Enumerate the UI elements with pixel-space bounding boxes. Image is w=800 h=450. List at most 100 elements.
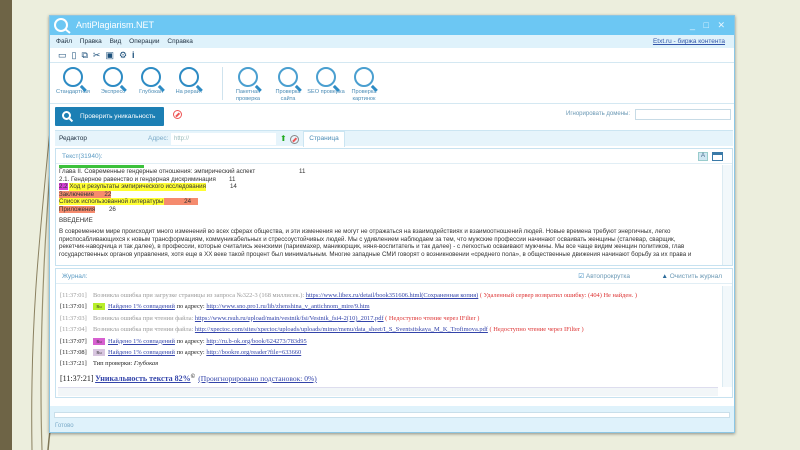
cut-icon[interactable]: ✂ <box>93 50 101 61</box>
log-text: по адресу: <box>176 337 205 345</box>
text-scrollbar[interactable] <box>722 165 732 265</box>
autoscroll-label: Автопрокрутка <box>585 273 630 280</box>
log-text: Возникла ошибка при чтении файла: <box>93 314 194 322</box>
editor-tabs: Редактор Адрес: http:// ⬆ Страница <box>55 130 733 147</box>
log-time: [11:37:07] <box>60 337 87 345</box>
text-count-label: Текст(31940): <box>62 153 103 160</box>
menu-help[interactable]: Справка <box>167 38 193 45</box>
globe-search-icon <box>278 67 298 87</box>
paragraph-line: приспосабливающихся к новым трансформаци… <box>59 235 676 243</box>
site-check-button[interactable]: Проверка сайта <box>268 67 308 102</box>
app-window: AntiPlagiarism.NET _ □ ✕ Файл Правка Вид… <box>49 15 735 433</box>
uniqueness-link[interactable]: Уникальность текста 82% <box>95 374 191 383</box>
font-icon[interactable]: A <box>698 152 708 161</box>
folder-open-icon[interactable]: ▭ <box>58 50 67 61</box>
toc-line: Список использованной литературы 24 <box>59 198 720 206</box>
menu-file[interactable]: Файл <box>56 38 72 45</box>
mode-deep-button[interactable]: Глубокая <box>131 67 171 96</box>
batch-check-button[interactable]: Пакетная проверка <box>228 67 268 102</box>
journal-log[interactable]: [11:37:01] Возникла ошибка при загрузке с… <box>60 286 718 385</box>
mode-express-button[interactable]: Экспресс <box>93 67 133 96</box>
journal-scrollbar[interactable] <box>722 286 732 387</box>
mode-rewrite-button[interactable]: На рерайт <box>169 67 209 96</box>
log-entry: [11:37:01] Ru Найдено 1% совпадений по адр… <box>60 301 718 312</box>
source-link[interactable]: http://xpectoc.com/sites/xpectoc/uploads… <box>195 326 488 333</box>
title-bar: AntiPlagiarism.NET _ □ ✕ <box>50 16 734 35</box>
found-link[interactable]: Найдено 1% совпадений <box>108 349 175 356</box>
toc-line: 2.1. Гендерное равенство и гендерная дис… <box>59 175 236 183</box>
log-text: Возникла ошибка при загрузке страницы из… <box>93 292 305 299</box>
search-icon <box>62 111 71 120</box>
log-time: [11:37:01] <box>60 303 87 311</box>
source-link[interactable]: https://www.rsuh.ru/upload/main/vestnik/… <box>195 315 384 322</box>
toc-line: Приложения 26 <box>59 205 116 213</box>
text-panel: Текст(31940): A Глава II. Современные ге… <box>55 148 733 266</box>
checkbox-checked-icon: ☑ <box>578 273 585 280</box>
log-time: [11:37:21] <box>60 360 87 368</box>
cancel-icon[interactable] <box>290 135 299 144</box>
toc-line: Заключение 22 <box>59 190 112 198</box>
source-link[interactable]: http://www.sno.pro1.ru/lib/zhenshina_v_a… <box>206 303 369 310</box>
window-icon[interactable] <box>712 152 723 161</box>
error-text: ( Удаленный сервер возвратил ошибку: (40… <box>479 292 637 299</box>
ignored-substitutions-link[interactable]: (Проигнорировано подстановок: 0%) <box>198 374 316 383</box>
pencil-search-icon <box>179 67 199 87</box>
menu-bar: Файл Правка Вид Операции Справка Etxt.ru… <box>50 35 734 48</box>
tool-label: Пакетная проверка <box>235 89 261 102</box>
check-mode-toolbar: Стандартная Экспресс Глубокая На рерайт … <box>50 63 734 104</box>
heading: ВВЕДЕНИЕ <box>59 216 93 224</box>
window-controls[interactable]: _ □ ✕ <box>690 16 728 35</box>
log-entry: [11:37:04] Возникла ошибка при чтении фай… <box>60 324 718 335</box>
clear-journal-button[interactable]: ▲ Очистить журнал <box>661 269 722 284</box>
toc-line: 2.2 Ход и результаты эмпирического иссле… <box>59 183 237 191</box>
ignore-domains-input[interactable] <box>635 109 731 120</box>
seo-check-button[interactable]: SEO проверка <box>306 67 346 96</box>
status-bar: Готово <box>50 406 734 432</box>
gear-icon[interactable]: ⚙ <box>119 50 127 61</box>
tool-label: Проверка сайта <box>275 89 301 102</box>
stop-icon[interactable] <box>173 110 182 119</box>
new-file-icon[interactable]: ▯ <box>72 50 77 61</box>
source-link[interactable]: http://bookre.org/reader?file=633660 <box>206 349 301 356</box>
journal-hscrollbar[interactable] <box>58 387 718 396</box>
error-text: ( Недоступно чтение через IFilter ) <box>489 326 584 334</box>
image-check-button[interactable]: Проверка картинок <box>344 67 384 102</box>
tool-label: Проверка картинок <box>351 89 377 102</box>
address-label: Адрес: <box>148 135 169 142</box>
download-icon[interactable]: ⬆ <box>280 134 287 143</box>
app-logo-icon <box>54 18 71 34</box>
source-link[interactable]: https://www.libex.ru/detail/book351606.h… <box>306 292 479 299</box>
found-link[interactable]: Найдено 1% совпадений <box>108 338 175 345</box>
mode-standard-button[interactable]: Стандартная <box>53 67 93 96</box>
copy-icon[interactable]: ⧉ <box>81 50 87 61</box>
info-icon[interactable]: i <box>132 50 135 60</box>
source-link[interactable]: http://ru.b-ok.org/book/624273/783d95 <box>206 338 306 345</box>
log-entry: [11:37:07] Ru Найдено 1% совпадений по адр… <box>60 336 718 347</box>
etxt-link[interactable]: Etxt.ru - биржа контента <box>653 35 725 48</box>
clock-search-icon <box>103 67 123 87</box>
toolbar-separator <box>222 67 223 100</box>
text-editor[interactable]: Глава II. Современные гендерные отношени… <box>56 165 720 264</box>
log-text: Тип проверки: <box>93 360 133 368</box>
address-input[interactable]: http:// <box>171 133 276 145</box>
paragraph-line: рекетчик-наводчица и так далее), в профе… <box>59 243 685 251</box>
mode-label: Глубокая <box>139 89 163 95</box>
menu-edit[interactable]: Правка <box>80 38 102 45</box>
batch-search-icon <box>238 67 258 87</box>
ignore-domains-label: Игнорировать домены: <box>566 111 630 117</box>
tab-page[interactable]: Страница <box>303 131 345 147</box>
paragraph-line: В современном мире происходит много изме… <box>59 228 671 236</box>
check-uniqueness-button[interactable]: Проверить уникальность <box>55 107 164 126</box>
log-entry: [11:37:03] Возникла ошибка при чтении фай… <box>60 313 718 324</box>
log-time: [11:37:04] <box>60 326 87 334</box>
paste-icon[interactable]: ▣ <box>105 50 114 61</box>
paragraph-line: государственных органов управления, хотя… <box>59 250 692 258</box>
status-text: Готово <box>55 423 74 429</box>
clear-journal-label: Очистить журнал <box>669 273 722 280</box>
journal-label: Журнал: <box>62 273 88 280</box>
found-link[interactable]: Найдено 1% совпадений <box>108 303 175 310</box>
menu-view[interactable]: Вид <box>110 38 122 45</box>
menu-operations[interactable]: Операции <box>129 38 159 45</box>
tab-editor[interactable]: Редактор <box>59 135 87 142</box>
autoscroll-checkbox[interactable]: ☑ Автопрокрутка <box>578 269 630 284</box>
